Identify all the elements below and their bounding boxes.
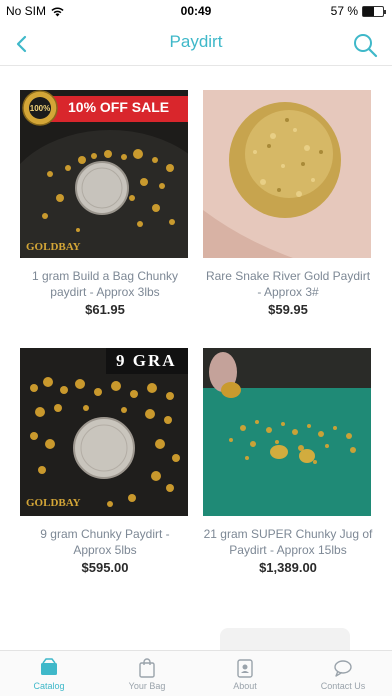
- product-name[interactable]: 9 gram Chunky Paydirt - Approx 5lbs: [20, 526, 190, 558]
- product-image[interactable]: [203, 90, 371, 258]
- tab-label: Contact Us: [320, 681, 366, 691]
- product-card[interactable]: Rare Snake River Gold Paydirt - Approx 3…: [203, 90, 373, 317]
- search-icon[interactable]: [352, 32, 378, 58]
- tab-label: About: [233, 681, 257, 691]
- svg-text:GOLDBAY: GOLDBAY: [26, 497, 81, 509]
- nav-bar: Paydirt: [0, 22, 392, 66]
- product-image[interactable]: [203, 348, 371, 516]
- svg-text:GOLDBAY: GOLDBAY: [26, 241, 81, 253]
- tab-label: Catalog: [33, 681, 65, 691]
- product-name[interactable]: Rare Snake River Gold Paydirt - Approx 3…: [203, 268, 373, 300]
- tab-your-bag[interactable]: Your Bag: [98, 651, 196, 696]
- product-card[interactable]: 21 gram SUPER Chunky Jug of Paydirt - Ap…: [203, 348, 373, 575]
- weight-badge: 9 GRA: [116, 351, 177, 370]
- product-price: $1,389.00: [259, 560, 317, 575]
- tab-about[interactable]: About: [196, 651, 294, 696]
- product-name[interactable]: 21 gram SUPER Chunky Jug of Paydirt - Ap…: [203, 526, 373, 558]
- product-name[interactable]: 1 gram Build a Bag Chunky paydirt - Appr…: [20, 268, 190, 300]
- battery-fill: [363, 6, 375, 16]
- chat-icon: [334, 660, 352, 677]
- product-card[interactable]: GOLDBAY 9 GRA 9 gram Chunky Paydirt - Ap…: [20, 348, 190, 575]
- product-image[interactable]: GOLDBAY 9 GRA: [20, 348, 188, 516]
- battery-icon: [362, 5, 386, 17]
- product-price: $595.00: [81, 560, 129, 575]
- product-image[interactable]: 100% GOLDBAY 10% OFF SALE: [20, 90, 188, 258]
- bag-icon: [139, 658, 155, 678]
- about-icon: [237, 659, 253, 678]
- battery-percent: 57 %: [330, 4, 358, 18]
- product-card[interactable]: 100% GOLDBAY 10% OFF SALE 1 gram Build a…: [20, 90, 190, 317]
- catalog-icon: [41, 658, 57, 675]
- sale-badge: 10% OFF SALE: [68, 99, 170, 115]
- tab-catalog[interactable]: Catalog: [0, 651, 98, 696]
- status-right: 57 %: [330, 4, 386, 18]
- page-title: Paydirt: [169, 32, 223, 51]
- tab-label: Your Bag: [128, 681, 166, 691]
- product-price: $61.95: [85, 302, 125, 317]
- status-bar: No SIM 00:49 57 %: [0, 0, 392, 22]
- tab-contact-us[interactable]: Contact Us: [294, 651, 392, 696]
- tab-bar: Catalog Your Bag About Contact Us: [0, 650, 392, 696]
- svg-text:100%: 100%: [30, 104, 50, 113]
- product-price: $59.95: [268, 302, 308, 317]
